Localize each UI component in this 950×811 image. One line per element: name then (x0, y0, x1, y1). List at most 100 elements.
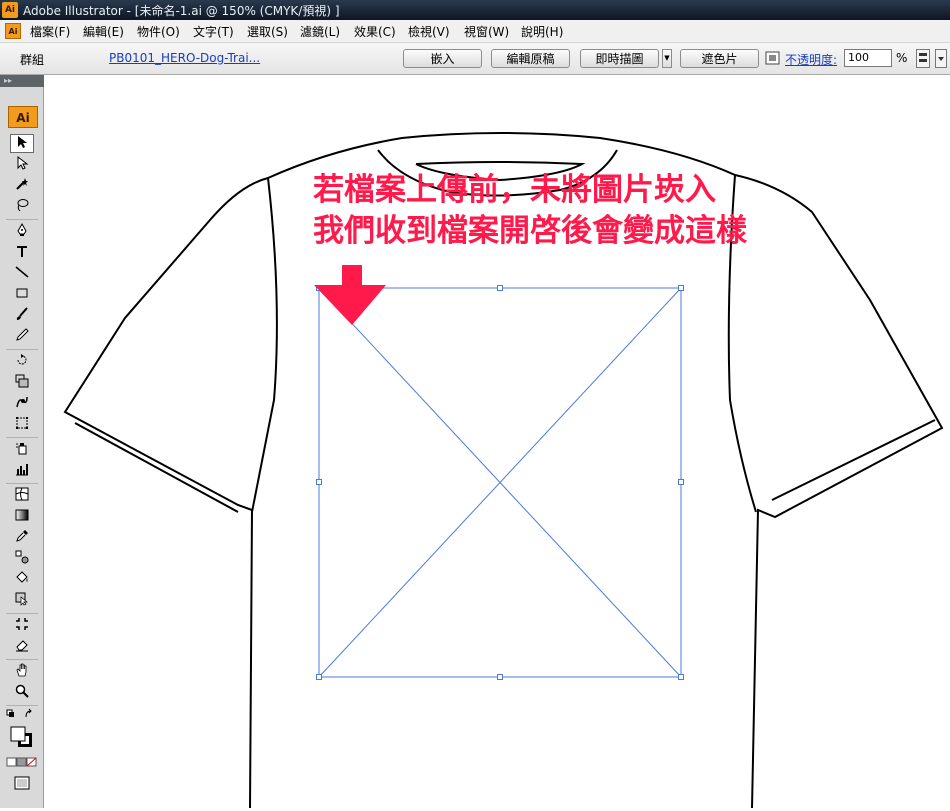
align-icon[interactable] (916, 49, 930, 71)
document-icon[interactable]: Ai (5, 23, 21, 39)
control-bar: 群組 PB0101_HERO-Dog-Trai... 嵌入 編輯原稿 即時描圖 … (0, 43, 950, 75)
screen-mode-icon (14, 776, 30, 793)
rectangle-tool[interactable] (10, 285, 34, 304)
paint-bucket-icon (15, 571, 29, 588)
free-transform-icon (15, 416, 29, 433)
free-transform-tool[interactable] (10, 415, 34, 434)
lasso-icon (15, 198, 29, 215)
down-arrow-icon (314, 265, 386, 325)
menu-window[interactable]: 視窗(W) (464, 23, 509, 40)
selection-tool[interactable] (10, 134, 34, 153)
live-paint-bucket-tool[interactable] (10, 570, 34, 589)
direct-selection-tool[interactable] (10, 155, 34, 174)
selection-arrow-icon (15, 135, 29, 152)
column-graph-icon (15, 462, 29, 479)
line-icon (15, 265, 29, 282)
right-sleeve-hem (771, 419, 936, 501)
zoom-tool[interactable] (10, 683, 34, 702)
rectangle-icon (15, 286, 29, 303)
mesh-tool[interactable] (10, 486, 34, 505)
selection-type-label: 群組 (20, 53, 45, 67)
color-gradient-none-icon (6, 756, 38, 770)
trace-options-dropdown[interactable]: ▼ (662, 49, 672, 68)
live-paint-selection-tool[interactable] (10, 591, 34, 610)
scale-icon (15, 374, 29, 391)
title-bar: Ai Adobe Illustrator - [未命名-1.ai @ 150% … (0, 0, 950, 20)
menu-bar: Ai 檔案(F) 編輯(E) 物件(O) 文字(T) 選取(S) 濾鏡(L) 效… (0, 20, 950, 43)
symbol-sprayer-tool[interactable] (10, 440, 34, 459)
warp-tool[interactable] (10, 394, 34, 413)
linked-file-link[interactable]: PB0101_HERO-Dog-Trai... (109, 51, 260, 65)
tool-separator (6, 659, 38, 660)
illustrator-logo: Ai (8, 106, 38, 128)
paintbrush-tool[interactable] (10, 306, 34, 325)
pencil-tool[interactable] (10, 327, 34, 346)
tool-separator (6, 437, 38, 438)
color-modes[interactable] (6, 757, 38, 769)
scale-tool[interactable] (10, 373, 34, 392)
mask-button[interactable]: 遮色片 (680, 49, 759, 68)
transparency-panel-icon[interactable] (765, 51, 780, 68)
opacity-input[interactable]: 100 (844, 49, 892, 67)
lasso-tool[interactable] (10, 197, 34, 216)
missing-image-placeholder (316, 285, 684, 680)
tool-separator (6, 705, 38, 706)
menu-object[interactable]: 物件(O) (137, 23, 180, 40)
blend-icon (15, 550, 29, 567)
zoom-icon (15, 684, 29, 701)
fill-stroke-icon (8, 725, 36, 752)
eraser-tool[interactable] (10, 637, 34, 656)
rotate-tool[interactable] (10, 352, 34, 371)
type-icon (15, 244, 29, 261)
left-sleeve-hem (74, 422, 239, 513)
magic-wand-icon (15, 177, 29, 194)
pen-tool[interactable] (10, 222, 34, 241)
gradient-icon (15, 508, 29, 525)
chevron-down-icon: ▼ (664, 54, 670, 62)
swap-colors-icon (6, 708, 36, 723)
embed-button[interactable]: 嵌入 (403, 49, 482, 68)
menu-file[interactable]: 檔案(F) (30, 23, 70, 40)
type-tool[interactable] (10, 243, 34, 262)
opacity-percent-sign: % (896, 51, 908, 65)
blend-tool[interactable] (10, 549, 34, 568)
screen-mode-button[interactable] (10, 775, 34, 794)
menu-select[interactable]: 選取(S) (247, 23, 288, 40)
mesh-icon (15, 487, 29, 504)
menu-view[interactable]: 檢視(V) (408, 23, 450, 40)
default-swap-colors[interactable] (6, 708, 36, 722)
menu-filter[interactable]: 濾鏡(L) (300, 23, 340, 40)
panel-menu-icon[interactable] (935, 49, 947, 71)
edit-original-button[interactable]: 編輯原稿 (491, 49, 570, 68)
eraser-icon (15, 638, 29, 655)
eyedropper-tool[interactable] (10, 528, 34, 547)
warp-icon (15, 395, 29, 412)
annotation-text: 若檔案上傳前，未將圖片崁入 我們收到檔案開啓後會變成這樣 (313, 170, 747, 252)
pencil-icon (15, 328, 29, 345)
hand-icon (15, 663, 29, 680)
gradient-tool[interactable] (10, 507, 34, 526)
live-trace-button[interactable]: 即時描圖 (580, 49, 659, 68)
eyedropper-icon (15, 529, 29, 546)
tool-separator (6, 483, 38, 484)
fill-stroke-swatch[interactable] (7, 725, 37, 751)
menu-edit[interactable]: 編輯(E) (83, 23, 124, 40)
symbol-sprayer-icon (15, 441, 29, 458)
hand-tool[interactable] (10, 662, 34, 681)
rotate-icon (15, 353, 29, 370)
tools-panel: ▸▸ Ai (0, 75, 44, 808)
left-armhole-seam (251, 177, 278, 513)
opacity-label[interactable]: 不透明度: (785, 51, 837, 68)
live-paint-selection-icon (15, 592, 29, 609)
panel-collapse-grip[interactable]: ▸▸ (0, 75, 44, 87)
menu-type[interactable]: 文字(T) (193, 23, 234, 40)
illustrator-app-icon[interactable]: Ai (2, 2, 18, 18)
menu-effect[interactable]: 效果(C) (354, 23, 396, 40)
crop-area-tool[interactable] (10, 616, 34, 635)
window-title: Adobe Illustrator - [未命名-1.ai @ 150% (CM… (23, 4, 340, 18)
magic-wand-tool[interactable] (10, 176, 34, 195)
column-graph-tool[interactable] (10, 461, 34, 480)
line-tool[interactable] (10, 264, 34, 283)
brush-icon (15, 307, 29, 324)
menu-help[interactable]: 說明(H) (521, 23, 563, 40)
